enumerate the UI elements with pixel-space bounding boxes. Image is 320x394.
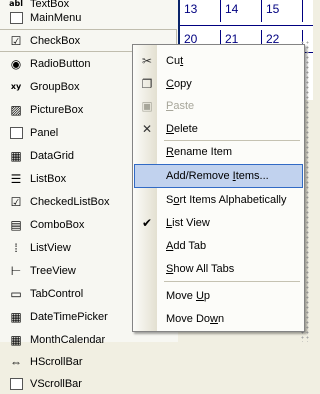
menu-item-cut[interactable]: ✂ Cut: [135, 50, 302, 72]
vscrollbar-icon: [8, 377, 24, 391]
menu-item-label: Move Down: [166, 313, 225, 325]
menu-item-label: Paste: [166, 100, 195, 112]
toolbox-item-label: RadioButton: [30, 57, 91, 70]
treeview-icon: ⊢: [10, 263, 22, 278]
menu-item-label: Sort Items Alphabetically: [166, 194, 287, 206]
menu-item-add-tab[interactable]: Add Tab: [135, 235, 302, 257]
toolbox-item-monthcalendar[interactable]: ▦ MonthCalendar: [0, 329, 176, 350]
toolbox-item-label: PictureBox: [30, 103, 84, 116]
datetimepicker-icon: ▦: [10, 309, 22, 324]
panel-icon: [8, 126, 24, 140]
toolbox-item-label: DataGrid: [30, 149, 75, 162]
combobox-icon: ▤: [10, 217, 22, 232]
menu-item-list-view[interactable]: ✔ List View: [135, 212, 302, 234]
listview-icon: ⁞: [14, 240, 18, 255]
menu-item-label: Rename Item: [166, 146, 233, 158]
mainmenu-icon: [8, 11, 24, 25]
toolbox-item-label: CheckedListBox: [30, 195, 110, 208]
menu-item-move-up[interactable]: Move Up: [135, 285, 302, 307]
radiobutton-icon: ◉: [10, 56, 22, 71]
toolbox-item-label: TreeView: [30, 264, 76, 277]
tabcontrol-icon: ▭: [10, 286, 22, 301]
context-menu: ✂ Cut ❐ Copy ▣ Paste ✕ Delete Rename Item Add/Rem…: [132, 44, 305, 332]
toolbox-item-label: TabControl: [30, 287, 84, 300]
toolbox-item-label: ListBox: [30, 172, 67, 185]
toolbox-item-label: Panel: [30, 126, 59, 139]
toolbox-item-label: ComboBox: [30, 218, 85, 231]
menu-item-label: Copy: [166, 78, 192, 90]
menu-item-label: Cut: [166, 55, 184, 67]
menu-item-rename-item[interactable]: Rename Item: [135, 141, 302, 163]
datagrid-icon: ▦: [10, 148, 22, 163]
calendar-week-row: 13 14 15: [180, 0, 303, 22]
toolbox-item-label: MainMenu: [30, 11, 82, 24]
menu-item-move-down[interactable]: Move Down: [135, 308, 302, 330]
menu-item-add-remove-items[interactable]: Add/Remove Items...: [134, 164, 303, 188]
menu-item-label: Show All Tabs: [166, 263, 235, 275]
delete-x-icon: ✕: [141, 122, 153, 136]
calendar-grid-line: [180, 25, 313, 26]
menu-item-show-all-tabs[interactable]: Show All Tabs: [135, 258, 302, 280]
menu-item-delete[interactable]: ✕ Delete: [135, 118, 302, 140]
toolbox-item-label: DateTimePicker: [30, 310, 108, 323]
menu-separator: [164, 281, 300, 282]
menu-item-label: Add/Remove Items...: [166, 170, 269, 182]
toolbox-item-label: VScrollBar: [30, 377, 82, 390]
toolbox-item-label: HScrollBar: [30, 355, 83, 368]
menu-item-copy[interactable]: ❐ Copy: [135, 73, 302, 95]
menu-item-label: Add Tab: [166, 240, 207, 252]
listbox-icon: ☰: [10, 171, 22, 186]
toolbox-item-vscrollbar[interactable]: VScrollBar: [0, 373, 176, 394]
calendar-day[interactable]: 14: [221, 0, 262, 22]
scissors-icon: ✂: [141, 54, 153, 68]
groupbox-icon: xy: [10, 82, 22, 91]
checkmark-icon: ✔: [141, 216, 153, 230]
paste-icon: ▣: [141, 99, 153, 113]
toolbox-item-mainmenu[interactable]: MainMenu: [0, 7, 176, 28]
picturebox-icon: ▨: [10, 102, 22, 117]
copy-icon: ❐: [141, 77, 153, 91]
toolbox-item-label: ListView: [30, 241, 71, 254]
checkbox-icon: ☑: [10, 33, 22, 48]
monthcalendar-icon: ▦: [10, 332, 22, 347]
toolbox-item-label: GroupBox: [30, 80, 80, 93]
checkedlistbox-icon: ☑: [10, 194, 22, 209]
calendar-day[interactable]: 15: [262, 0, 303, 22]
menu-item-paste[interactable]: ▣ Paste: [135, 95, 302, 117]
menu-item-label: Move Up: [166, 290, 211, 302]
calendar-day[interactable]: 13: [180, 0, 221, 22]
toolbox-item-label: MonthCalendar: [30, 333, 106, 346]
hscrollbar-icon: ⇔: [10, 354, 22, 369]
menu-item-label: Delete: [166, 123, 198, 135]
menu-separator: [164, 140, 300, 141]
toolbox-item-label: CheckBox: [30, 34, 81, 47]
menu-item-label: List View: [166, 217, 210, 229]
toolbox-item-hscrollbar[interactable]: ⇔ HScrollBar: [0, 351, 176, 372]
menu-item-sort-items-alphabetically[interactable]: Sort Items Alphabetically: [135, 189, 302, 211]
